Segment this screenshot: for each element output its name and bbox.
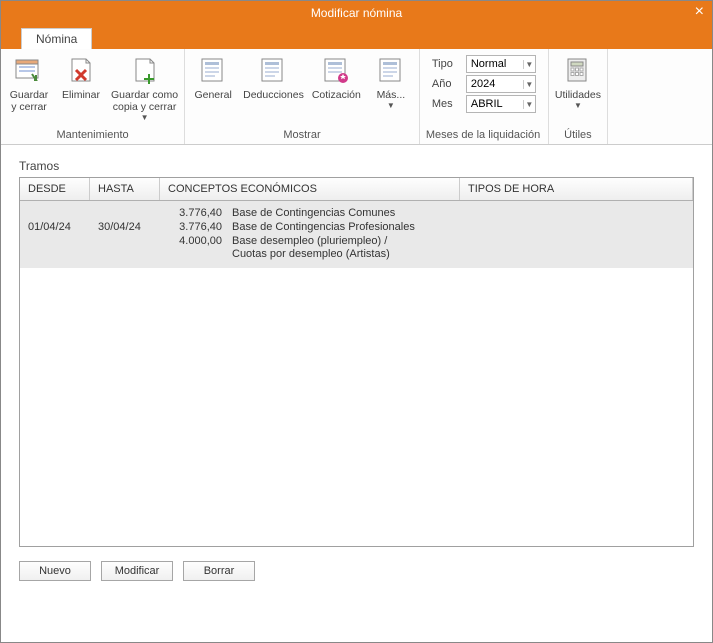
deducciones-label: Deducciones: [243, 89, 304, 101]
col-tipos[interactable]: TIPOS DE HORA: [460, 178, 693, 200]
delete-label: Eliminar: [62, 89, 100, 101]
bottom-buttons: Nuevo Modificar Borrar: [1, 547, 712, 595]
tabbar: Nómina: [1, 25, 712, 49]
group-mostrar-label: Mostrar: [283, 127, 320, 144]
deducciones-icon: [257, 55, 289, 87]
chevron-down-icon: ▼: [523, 80, 535, 89]
utilidades-button[interactable]: Utilidades ▼: [555, 53, 601, 127]
col-hasta[interactable]: HASTA: [90, 178, 160, 200]
chevron-down-icon: ▼: [141, 113, 149, 122]
calculator-icon: [562, 55, 594, 87]
ano-label: Año: [432, 78, 460, 90]
mas-label: Más...: [377, 89, 406, 101]
close-icon[interactable]: ×: [695, 3, 704, 21]
group-utiles: Utilidades ▼ Útiles: [549, 49, 608, 144]
cell-tipos: [460, 201, 693, 268]
mes-combo[interactable]: ABRIL▼: [466, 95, 536, 113]
group-mantenimiento-label: Mantenimiento: [56, 127, 128, 144]
mes-label: Mes: [432, 98, 460, 110]
table-row[interactable]: 01/04/24 30/04/24 3.776,40Base de Contin…: [20, 201, 693, 268]
col-conceptos[interactable]: CONCEPTOS ECONÓMICOS: [160, 178, 460, 200]
delete-icon: [65, 55, 97, 87]
tipo-combo[interactable]: Normal▼: [466, 55, 536, 73]
nuevo-button[interactable]: Nuevo: [19, 561, 91, 581]
modificar-button[interactable]: Modificar: [101, 561, 173, 581]
window-title: Modificar nómina: [311, 6, 402, 20]
cotizacion-icon: [320, 55, 352, 87]
save-close-label: Guardar y cerrar: [10, 89, 49, 113]
chevron-down-icon: ▼: [523, 60, 535, 69]
group-mantenimiento: Guardar y cerrar Eliminar Guardar como c…: [1, 49, 185, 144]
save-copy-button[interactable]: Guardar como copia y cerrar ▼: [111, 53, 178, 127]
general-icon: [197, 55, 229, 87]
content: Tramos DESDE HASTA CONCEPTOS ECONÓMICOS …: [1, 145, 712, 547]
group-mostrar: General Deducciones Cotización Más... ▼: [185, 49, 420, 144]
cotizacion-button[interactable]: Cotización: [312, 53, 361, 127]
chevron-down-icon: ▼: [574, 101, 582, 110]
utilidades-label: Utilidades: [555, 89, 601, 101]
group-meses-label: Meses de la liquidación: [426, 127, 542, 144]
titlebar: Modificar nómina ×: [1, 1, 712, 25]
borrar-button[interactable]: Borrar: [183, 561, 255, 581]
grid-header: DESDE HASTA CONCEPTOS ECONÓMICOS TIPOS D…: [20, 178, 693, 201]
cell-hasta: 30/04/24: [90, 201, 160, 268]
save-close-button[interactable]: Guardar y cerrar: [7, 53, 51, 127]
tab-nomina[interactable]: Nómina: [21, 28, 92, 49]
save-copy-icon: [129, 55, 161, 87]
mas-icon: [375, 55, 407, 87]
group-utiles-label: Útiles: [564, 127, 592, 144]
cell-conceptos: 3.776,40Base de Contingencias Comunes3.7…: [160, 201, 460, 268]
general-button[interactable]: General: [191, 53, 235, 127]
group-meses: Tipo Normal▼ Año 2024▼ Mes ABRIL▼ Meses …: [420, 49, 549, 144]
ano-combo[interactable]: 2024▼: [466, 75, 536, 93]
col-desde[interactable]: DESDE: [20, 178, 90, 200]
cotizacion-label: Cotización: [312, 89, 361, 101]
chevron-down-icon: ▼: [523, 100, 535, 109]
save-copy-label: Guardar como copia y cerrar: [111, 89, 178, 113]
ribbon: Guardar y cerrar Eliminar Guardar como c…: [1, 49, 712, 145]
chevron-down-icon: ▼: [387, 101, 395, 110]
delete-button[interactable]: Eliminar: [59, 53, 103, 127]
mas-button[interactable]: Más... ▼: [369, 53, 413, 127]
cell-desde: 01/04/24: [20, 201, 90, 268]
general-label: General: [194, 89, 231, 101]
deducciones-button[interactable]: Deducciones: [243, 53, 304, 127]
section-title: Tramos: [19, 159, 694, 173]
tramos-grid[interactable]: DESDE HASTA CONCEPTOS ECONÓMICOS TIPOS D…: [19, 177, 694, 547]
save-close-icon: [13, 55, 45, 87]
tipo-label: Tipo: [432, 58, 460, 70]
